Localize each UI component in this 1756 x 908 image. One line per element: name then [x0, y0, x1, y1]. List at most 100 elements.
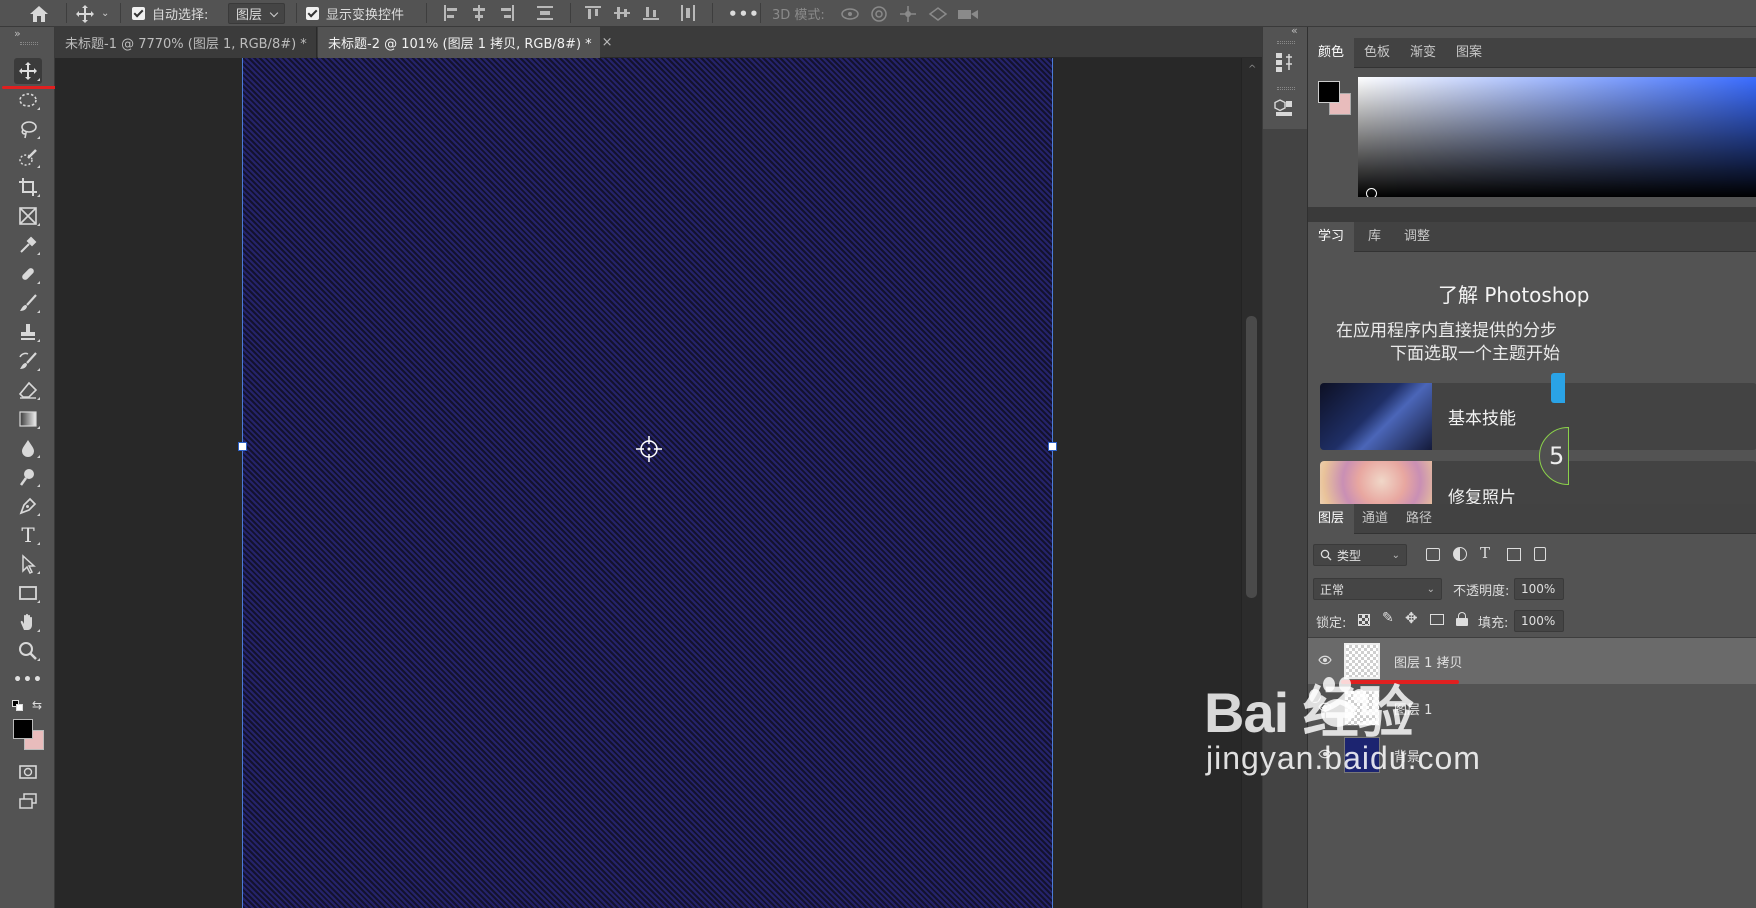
filter-adjustment-icon[interactable]: [1453, 547, 1467, 561]
divider: [570, 3, 571, 23]
blur-tool[interactable]: [14, 435, 42, 461]
filter-shape-icon[interactable]: [1507, 548, 1521, 561]
show-transform-controls-checkbox[interactable]: 显示变换控件: [306, 0, 404, 27]
3d-slide-icon[interactable]: [928, 0, 948, 27]
3d-orbit-icon[interactable]: [840, 0, 860, 27]
learn-card-fix-photos[interactable]: 修复照片: [1320, 461, 1756, 507]
crop-tool[interactable]: [14, 174, 42, 200]
toolbar-grip[interactable]: [20, 42, 38, 45]
bandage-icon: [22, 268, 34, 280]
dodge-tool[interactable]: [14, 464, 42, 490]
opacity-input[interactable]: 100%: [1514, 578, 1564, 600]
auto-select-target-dropdown[interactable]: 图层: [228, 0, 286, 27]
align-top-edges-icon[interactable]: [585, 5, 601, 21]
distribute-vertical-icon[interactable]: [537, 5, 553, 21]
filter-smart-object-icon[interactable]: [1534, 547, 1546, 561]
align-right-edges-icon[interactable]: [499, 5, 515, 21]
align-left-edges-icon[interactable]: [443, 5, 459, 21]
document-tab-1[interactable]: 未标题-1 @ 7770% (图层 1, RGB/8#) * ×: [55, 27, 328, 58]
gradient-tool[interactable]: [14, 406, 42, 432]
healing-brush-tool[interactable]: [14, 261, 42, 287]
eyedropper-tool[interactable]: [14, 232, 42, 258]
learn-card-basic-skills[interactable]: 基本技能: [1320, 383, 1756, 450]
lock-artboard-icon[interactable]: [1430, 614, 1444, 625]
edit-toolbar[interactable]: •••: [13, 667, 42, 693]
collapse-panels-icon[interactable]: «: [1291, 24, 1298, 37]
quick-mask-toggle[interactable]: [14, 759, 42, 785]
align-bottom-edges-icon[interactable]: [643, 5, 659, 21]
tab-gradients[interactable]: 渐变: [1400, 38, 1446, 68]
filter-pixel-icon[interactable]: [1426, 548, 1440, 561]
tab-adjustments[interactable]: 调整: [1394, 222, 1440, 252]
3d-camera-icon[interactable]: [957, 0, 979, 27]
default-colors-icon[interactable]: [12, 700, 24, 712]
transform-handle-right[interactable]: [1048, 442, 1057, 451]
rectangle-tool[interactable]: [14, 580, 42, 606]
distribute-horizontal-icon[interactable]: [680, 5, 696, 21]
tool-preset-picker[interactable]: ⌄: [75, 0, 109, 27]
tab-channels[interactable]: 通道: [1352, 504, 1398, 534]
document-canvas[interactable]: [242, 58, 1053, 908]
align-vertical-centers-icon[interactable]: [614, 5, 630, 21]
layer-filter-dropdown[interactable]: 类型 ⌄: [1313, 544, 1407, 566]
lock-all-icon[interactable]: [1456, 612, 1468, 626]
fill-input[interactable]: 100%: [1514, 610, 1564, 632]
lock-position-icon[interactable]: ✥: [1405, 609, 1418, 627]
3d-materials-panel-icon[interactable]: [1271, 95, 1297, 121]
3d-roll-icon[interactable]: [870, 0, 888, 27]
canvas-area[interactable]: [55, 58, 1262, 908]
document-tab-bar: 未标题-1 @ 7770% (图层 1, RGB/8#) * × 未标题-2 @…: [55, 27, 1262, 58]
history-panel-icon[interactable]: [1271, 49, 1297, 75]
path-selection-tool[interactable]: [14, 551, 42, 577]
close-icon[interactable]: ×: [602, 35, 613, 50]
type-tool[interactable]: T: [14, 522, 42, 548]
panel-grip[interactable]: [1277, 87, 1295, 90]
lock-transparent-pixels-icon[interactable]: [1358, 614, 1370, 626]
quick-mask-icon: [19, 765, 37, 779]
color-picker-cursor[interactable]: [1366, 188, 1377, 197]
reference-point-icon[interactable]: [635, 435, 663, 463]
transform-handle-left[interactable]: [238, 442, 247, 451]
expand-panel-icon[interactable]: »: [14, 27, 21, 40]
color-picker-field[interactable]: [1358, 77, 1756, 197]
pen-tool[interactable]: [14, 493, 42, 519]
frame-tool[interactable]: [14, 203, 42, 229]
tab-libraries[interactable]: 库: [1358, 222, 1391, 252]
hand-tool[interactable]: [14, 609, 42, 635]
foreground-color-swatch[interactable]: [1318, 81, 1340, 103]
home-icon[interactable]: [28, 0, 50, 27]
lock-image-pixels-icon[interactable]: ✎: [1382, 610, 1394, 626]
auto-select-checkbox[interactable]: 自动选择:: [132, 0, 208, 27]
blend-mode-dropdown[interactable]: 正常 ⌄: [1313, 578, 1442, 600]
align-horizontal-centers-icon[interactable]: [471, 5, 487, 21]
eraser-tool[interactable]: [14, 377, 42, 403]
tab-patterns[interactable]: 图案: [1446, 38, 1492, 68]
document-tab-2[interactable]: 未标题-2 @ 101% (图层 1 拷贝, RGB/8#) * ×: [318, 27, 613, 58]
history-brush-tool[interactable]: [14, 348, 42, 374]
tab-color[interactable]: 颜色: [1308, 38, 1355, 68]
lasso-tool[interactable]: [14, 116, 42, 142]
blue-side-tab[interactable]: [1551, 373, 1565, 403]
chevron-down-icon: ⌄: [1426, 583, 1435, 595]
scrollbar-thumb[interactable]: [1246, 316, 1257, 598]
panel-grip[interactable]: [1277, 41, 1295, 44]
zoom-tool[interactable]: [14, 638, 42, 664]
tab-learn[interactable]: 学习: [1308, 222, 1355, 252]
clone-stamp-tool[interactable]: [14, 319, 42, 345]
screen-mode-toggle[interactable]: [14, 788, 42, 814]
foreground-color-swatch[interactable]: [13, 719, 33, 739]
brush-tool[interactable]: [14, 290, 42, 316]
quick-selection-tool[interactable]: [14, 145, 42, 171]
move-tool[interactable]: [14, 58, 42, 84]
tab-swatches[interactable]: 色板: [1354, 38, 1400, 68]
elliptical-marquee-tool[interactable]: [14, 87, 42, 113]
3d-pan-icon[interactable]: [899, 0, 917, 27]
filter-type-icon[interactable]: T: [1480, 544, 1490, 562]
scroll-up-icon[interactable]: ^: [1248, 64, 1256, 75]
swap-colors-icon[interactable]: ⇆: [32, 698, 42, 712]
more-options-button[interactable]: •••: [728, 0, 760, 27]
3d-mode-label: 3D 模式:: [772, 8, 825, 23]
tab-paths[interactable]: 路径: [1396, 504, 1442, 534]
fill-label: 填充:: [1478, 616, 1509, 631]
tab-layers[interactable]: 图层: [1308, 504, 1355, 534]
